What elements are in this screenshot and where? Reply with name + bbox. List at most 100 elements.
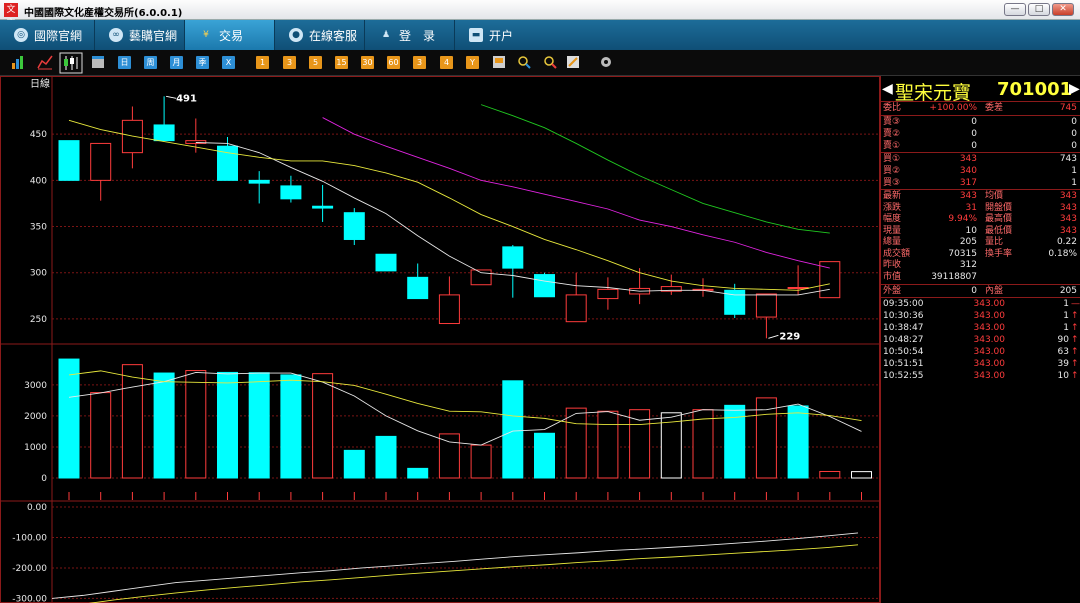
- volume-bar: [470, 444, 492, 479]
- indicator-tick-label: 0.00: [27, 503, 47, 513]
- indicator-tick-label: -300.00: [12, 594, 47, 603]
- minute-3-button[interactable]: 3: [283, 56, 296, 69]
- period-quarter-button[interactable]: 季: [196, 56, 209, 69]
- tick-volume: 10: [1057, 371, 1069, 381]
- chart-area[interactable]: 日線 250 300 350 400 450 491 229 0 1000 2000 3000 0.00…: [0, 76, 880, 603]
- stat-label: 總量: [883, 237, 902, 247]
- menu-login[interactable]: ♟ 登 录: [365, 20, 455, 50]
- period-x-button[interactable]: X: [222, 56, 235, 69]
- volume-bar: [375, 435, 397, 479]
- menu-open-account[interactable]: ▬ 开户: [455, 20, 545, 50]
- minute-5-button[interactable]: 5: [309, 56, 322, 69]
- indicator-line: [51, 532, 859, 599]
- bid-price: 317: [959, 178, 977, 188]
- high-label-leader: [166, 95, 177, 99]
- ma-line-ma30: [322, 117, 830, 269]
- candle: [58, 140, 80, 181]
- stat-value: 343: [1059, 191, 1077, 201]
- volume-bar: [407, 467, 429, 479]
- tick-price: 343.00: [973, 323, 1006, 333]
- ma-line-ma10: [68, 119, 830, 291]
- tick-row: 09:35:00 343.00 1—: [881, 298, 1080, 310]
- tick-row: 10:38:47 343.00 1 ↑: [881, 322, 1080, 334]
- maximize-button[interactable]: □: [1028, 3, 1050, 16]
- menu-official-site[interactable]: ◎ 國際官網: [0, 20, 95, 50]
- candle: [565, 294, 587, 323]
- ask-volume: 0: [1071, 141, 1077, 151]
- minute-30-button[interactable]: 30: [361, 56, 374, 69]
- stat-row: 現量 10 最低價 343: [881, 225, 1080, 237]
- stat-label: 均價: [985, 191, 1004, 201]
- period-day-button[interactable]: 日: [118, 56, 131, 69]
- weibi-label: 委比: [883, 103, 902, 113]
- bar-chart-icon[interactable]: [12, 56, 23, 69]
- low-label-leader: [768, 334, 779, 339]
- app-logo: 文交: [4, 3, 18, 29]
- volume-bar: [248, 372, 270, 479]
- menu-support[interactable]: ● 在線客服: [275, 20, 365, 50]
- tick-volume: 1: [1063, 299, 1069, 309]
- candle: [407, 276, 429, 300]
- tick-direction-icon: ↑: [1071, 371, 1079, 381]
- close-button[interactable]: ✕: [1052, 3, 1074, 16]
- next-stock-arrow-icon[interactable]: ▶: [1069, 81, 1080, 97]
- tick-direction-icon: ↑: [1071, 359, 1079, 369]
- stat-label: 成交額: [883, 248, 911, 259]
- stat-row: 總量 205 量比 0.22: [881, 236, 1080, 248]
- stat-label: 量比: [985, 237, 1004, 247]
- tick-time: 10:38:47: [883, 323, 924, 333]
- volume-tick-label: 0: [41, 474, 47, 484]
- tick-time: 09:35:00: [883, 299, 924, 309]
- price-tick-label: 400: [30, 176, 47, 186]
- candle: [121, 119, 143, 154]
- outer-inner-row: 外盤 0 內盤 205: [881, 285, 1080, 297]
- bid-row: 買③ 317 1: [881, 177, 1080, 189]
- stat-value: 312: [959, 260, 977, 270]
- ask-price: 0: [971, 117, 977, 127]
- candle: [343, 212, 365, 240]
- minimize-button[interactable]: —: [1004, 3, 1026, 16]
- period-month-button[interactable]: 月: [170, 56, 183, 69]
- volume-tick-label: 3000: [24, 381, 47, 391]
- quote-panel: ◀ 聖宋元寶 701001 ▶ 委比 +100.00% 委差 745 賣③ 0 0 賣② 0 0 賣…: [880, 76, 1080, 603]
- bid-row: 買① 343 743: [881, 153, 1080, 165]
- period-week-button[interactable]: 周: [144, 56, 157, 69]
- indicator-tick-label: -100.00: [12, 534, 47, 544]
- tick-row: 10:51:51 343.00 39 ↑: [881, 358, 1080, 370]
- minute-15-button[interactable]: 15: [335, 56, 348, 69]
- stat-label: 幅度: [883, 214, 902, 224]
- weicha-value: 745: [1059, 103, 1077, 113]
- stat-label: 市值: [883, 271, 902, 282]
- tick-price: 343.00: [973, 371, 1006, 381]
- inner-value: 205: [1059, 286, 1077, 296]
- ask-volume: 0: [1071, 129, 1077, 139]
- candle: [534, 274, 555, 298]
- hour-3-button[interactable]: 3: [413, 56, 426, 69]
- line-chart-icon[interactable]: [37, 55, 53, 70]
- minute-60-button[interactable]: 60: [387, 56, 400, 69]
- globe-icon: ◎: [14, 28, 28, 42]
- stat-value: 39118807: [931, 271, 977, 282]
- prev-stock-arrow-icon[interactable]: ◀: [882, 81, 893, 97]
- stat-value: 0.22: [1056, 237, 1077, 247]
- calendar-icon[interactable]: [92, 56, 104, 68]
- candlestick-icon[interactable]: [59, 52, 83, 74]
- main-menu: ◎ 國際官網 ∞ 藝購官網 ¥ 交易 ● 在線客服 ♟ 登 录 ▬ 开户: [0, 20, 1080, 50]
- minute-1-button[interactable]: 1: [256, 56, 269, 69]
- tick-time: 10:50:54: [883, 347, 924, 357]
- hour-4-button[interactable]: 4: [440, 56, 453, 69]
- menu-trade[interactable]: ¥ 交易: [185, 20, 275, 50]
- menu-art-site[interactable]: ∞ 藝購官網: [95, 20, 185, 50]
- outer-label: 外盤: [883, 286, 902, 296]
- tick-price: 343.00: [973, 359, 1006, 369]
- year-button[interactable]: Y: [466, 56, 479, 69]
- stat-value: 205: [959, 237, 977, 247]
- tick-time: 10:51:51: [883, 359, 924, 369]
- tick-direction-icon: ↑: [1071, 335, 1079, 345]
- tick-volume: 1: [1063, 311, 1069, 321]
- candle: [280, 185, 302, 200]
- price-tick-label: 250: [30, 315, 47, 325]
- volume-bar: [502, 380, 524, 479]
- ask-price: 0: [971, 129, 977, 139]
- volume-bar: [90, 392, 112, 479]
